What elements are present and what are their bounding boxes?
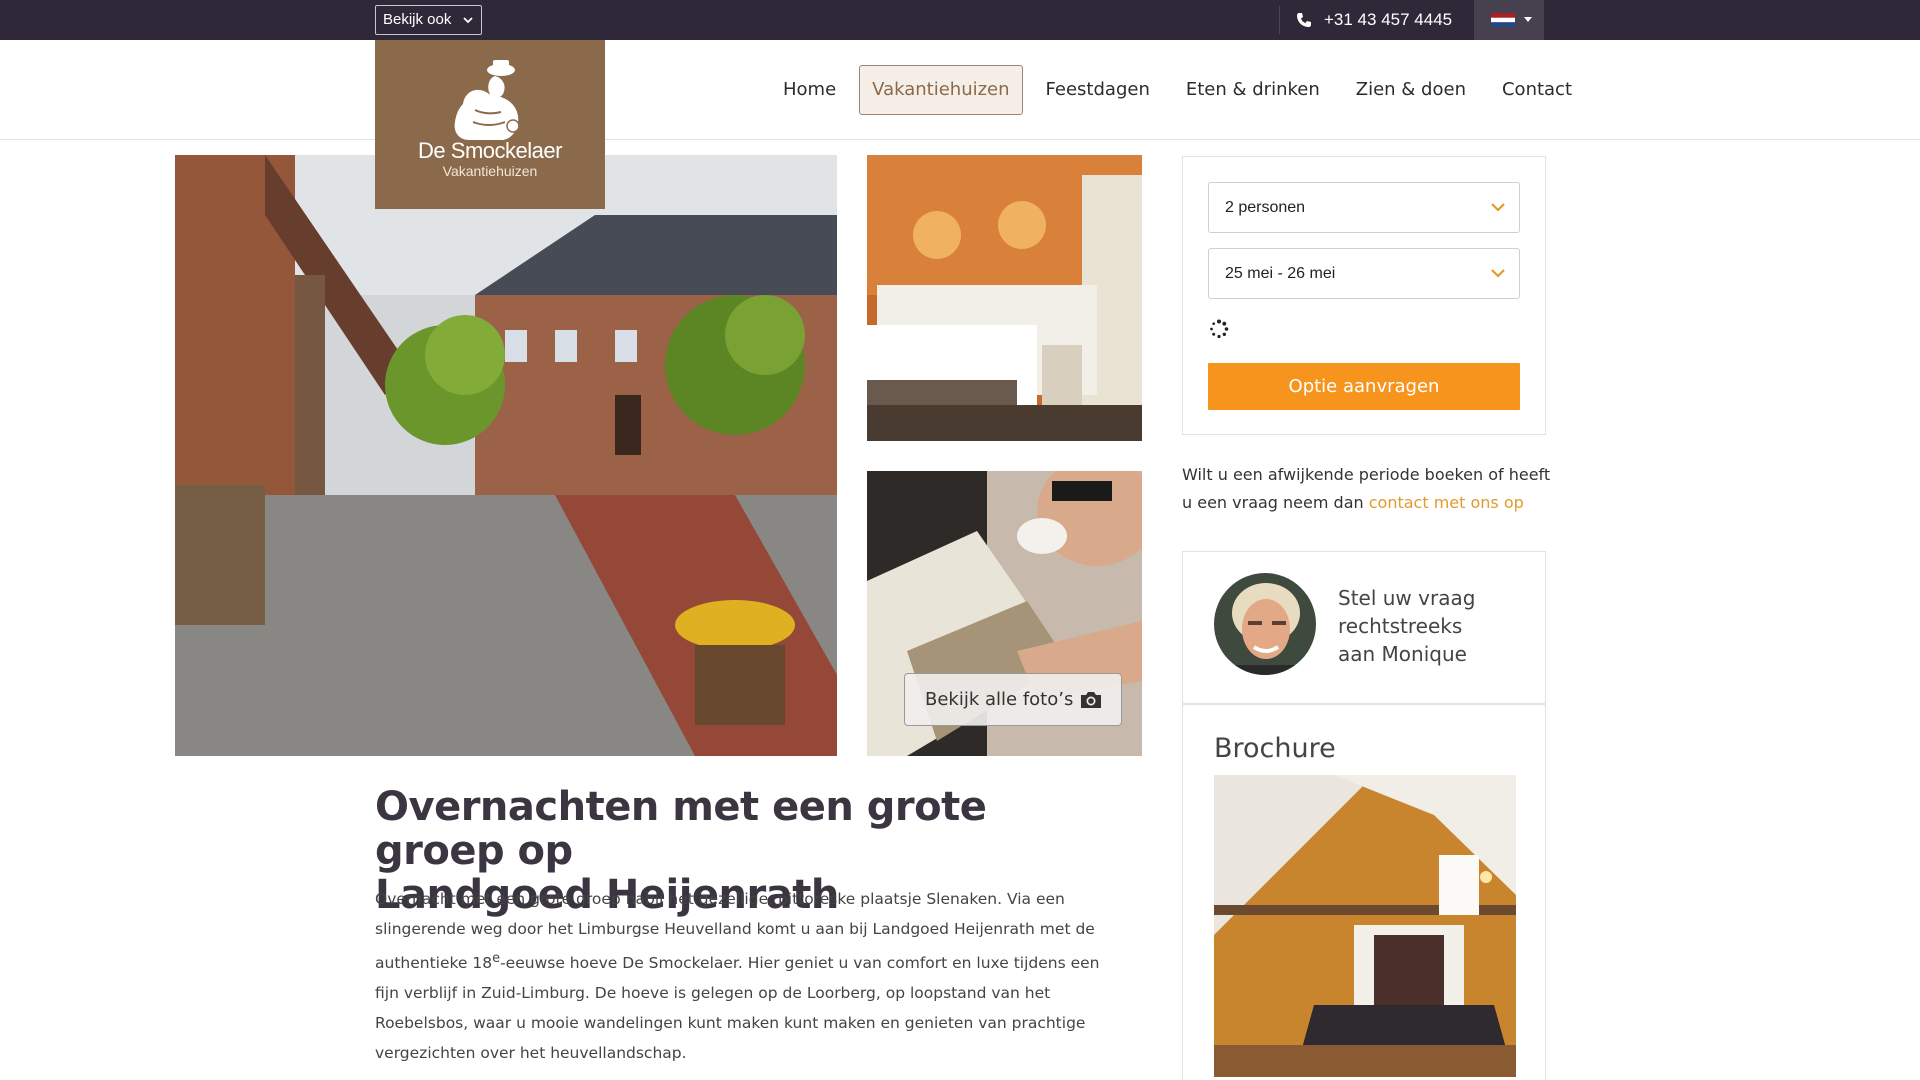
logo-title: De Smockelaer (418, 138, 562, 163)
nav-item-feestdagen[interactable]: Feestdagen (1033, 65, 1163, 115)
loading-spinner-icon (1210, 319, 1229, 339)
bedroom-image (867, 155, 1142, 441)
nl-flag-icon (1491, 13, 1515, 27)
contact-line-2: rechtstreeks (1338, 614, 1463, 638)
nav-item-zien-doen[interactable]: Zien & doen (1343, 65, 1479, 115)
camera-icon (1081, 692, 1101, 708)
alternative-booking-text: Wilt u een afwijkende periode boeken of … (1182, 461, 1552, 517)
contact-card[interactable]: Stel uw vraag rechtstreeks aan Monique (1182, 551, 1546, 705)
persons-value: 2 personen (1225, 199, 1306, 216)
request-option-button[interactable]: Optie aanvragen (1208, 363, 1520, 410)
article-body: Overnacht met een grote groep nabij het … (375, 884, 1125, 1068)
brochure-image (1214, 775, 1516, 1077)
bedroom-photo[interactable] (867, 155, 1142, 441)
chevron-down-icon (1491, 203, 1505, 212)
topbar-divider (1279, 6, 1280, 34)
bekijk-ook-dropdown[interactable]: Bekijk ook (375, 5, 482, 35)
contact-link[interactable]: contact met ons op (1369, 493, 1524, 512)
contact-question-text: Stel uw vraag rechtstreeks aan Monique (1338, 584, 1528, 668)
nav-item-vakantiehuizen[interactable]: Vakantiehuizen (859, 65, 1023, 115)
dates-select[interactable]: 25 mei - 26 mei (1208, 248, 1520, 299)
booking-panel: 2 personen 25 mei - 26 mei Optie aanvrag… (1182, 156, 1546, 435)
persons-select[interactable]: 2 personen (1208, 182, 1520, 233)
chevron-down-icon (1491, 269, 1505, 278)
avatar (1214, 573, 1316, 675)
chevron-down-icon (463, 17, 473, 24)
top-bar: Bekijk ook +31 43 457 4445 (0, 0, 1920, 40)
smuggler-mascot-icon (454, 60, 520, 140)
nav-item-contact[interactable]: Contact (1489, 65, 1585, 115)
contact-line-3: aan Monique (1338, 642, 1467, 666)
brochure-card: Brochure (1182, 705, 1546, 1080)
monique-portrait (1214, 573, 1316, 675)
courtyard-photo[interactable] (175, 155, 837, 756)
brochure-cover[interactable] (1214, 775, 1516, 1077)
contact-line-1: Stel uw vraag (1338, 586, 1476, 610)
language-selector[interactable] (1474, 0, 1544, 40)
phone-number: +31 43 457 4445 (1324, 10, 1453, 29)
courtyard-image (175, 155, 837, 756)
site-logo[interactable]: De Smockelaer Vakantiehuizen (375, 40, 605, 209)
nav-item-eten-drinken[interactable]: Eten & drinken (1173, 65, 1333, 115)
brochure-title: Brochure (1214, 733, 1336, 764)
phone-link[interactable]: +31 43 457 4445 (1296, 0, 1452, 40)
main-nav: Home Vakantiehuizen Feestdagen Eten & dr… (770, 65, 1595, 115)
view-all-photos-button[interactable]: Bekijk alle foto’s (904, 673, 1122, 726)
article-body-superscript: e (492, 951, 501, 966)
logo-subtitle: Vakantiehuizen (442, 163, 538, 179)
dates-value: 25 mei - 26 mei (1225, 265, 1336, 282)
bekijk-ook-label: Bekijk ook (383, 11, 452, 28)
page-title-line-1: Overnachten met een grote groep op (375, 784, 987, 874)
phone-icon (1297, 13, 1311, 27)
view-all-photos-label: Bekijk alle foto’s (925, 689, 1074, 710)
caret-down-icon (1524, 17, 1532, 22)
nav-item-home[interactable]: Home (770, 65, 849, 115)
